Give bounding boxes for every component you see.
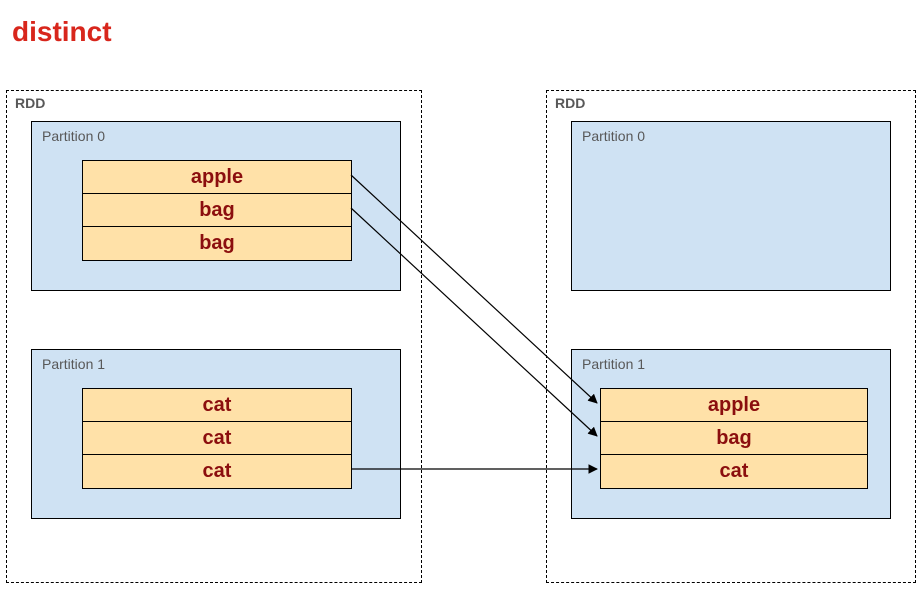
- partition-right-0-label: Partition 0: [582, 128, 645, 144]
- cell: bag: [83, 194, 351, 227]
- partition-left-1-cells: cat cat cat: [82, 388, 352, 489]
- partition-right-1-label: Partition 1: [582, 356, 645, 372]
- rdd-left-label: RDD: [15, 95, 45, 111]
- rdd-left: RDD Partition 0 apple bag bag Partition …: [6, 90, 422, 583]
- rdd-right: RDD Partition 0 Partition 1 apple bag ca…: [546, 90, 916, 583]
- rdd-right-label: RDD: [555, 95, 585, 111]
- cell: bag: [83, 227, 351, 260]
- partition-right-0: Partition 0: [571, 121, 891, 291]
- cell: apple: [601, 389, 867, 422]
- partition-left-0: Partition 0 apple bag bag: [31, 121, 401, 291]
- partition-right-1: Partition 1 apple bag cat: [571, 349, 891, 519]
- diagram-title: distinct: [12, 16, 112, 48]
- cell: cat: [601, 455, 867, 488]
- cell: cat: [83, 389, 351, 422]
- cell: cat: [83, 455, 351, 488]
- partition-left-1: Partition 1 cat cat cat: [31, 349, 401, 519]
- partition-right-1-cells: apple bag cat: [600, 388, 868, 489]
- partition-left-0-label: Partition 0: [42, 128, 105, 144]
- cell: apple: [83, 161, 351, 194]
- partition-left-1-label: Partition 1: [42, 356, 105, 372]
- cell: cat: [83, 422, 351, 455]
- partition-left-0-cells: apple bag bag: [82, 160, 352, 261]
- cell: bag: [601, 422, 867, 455]
